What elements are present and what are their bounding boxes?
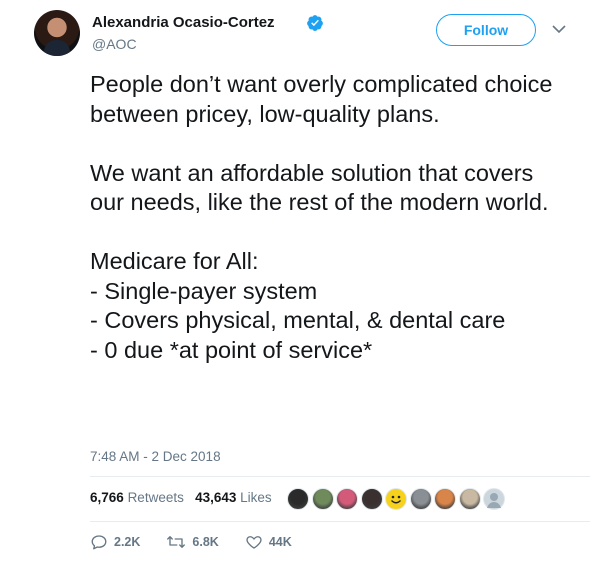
likes-stat[interactable]: 43,643 Likes — [195, 490, 272, 505]
avatar-pink-icon[interactable] — [336, 488, 358, 510]
divider — [90, 521, 590, 522]
reply-count: 2.2K — [114, 535, 141, 549]
author-avatar[interactable] — [34, 10, 80, 56]
engagement-stats: 6,766 Retweets 43,643 Likes — [90, 490, 272, 512]
reply-button[interactable]: 2.2K — [90, 533, 140, 551]
retweet-icon — [167, 536, 186, 548]
avatar-beige-icon[interactable] — [458, 488, 481, 510]
retweets-stat[interactable]: 6,766 Retweets — [90, 490, 184, 505]
retweets-count: 6,766 — [90, 490, 124, 505]
avatar-landscape-icon[interactable] — [311, 488, 334, 510]
like-button[interactable]: 44K — [245, 533, 292, 551]
author-name[interactable]: Alexandria Ocasio-Cortez — [92, 14, 275, 31]
like-count: 44K — [268, 535, 292, 549]
tweet-header: Alexandria Ocasio-Cortez @AOC Follow — [34, 10, 584, 60]
author-handle[interactable]: @AOC — [92, 36, 137, 52]
smiley-icon[interactable] — [385, 488, 407, 510]
avatar-dark-hair-icon[interactable] — [360, 488, 383, 510]
retweet-button[interactable]: 6.8K — [166, 533, 219, 551]
retweets-label: Retweets — [127, 490, 184, 505]
tweet-timestamp[interactable]: 7:48 AM - 2 Dec 2018 — [90, 449, 221, 464]
avatar-dark-icon[interactable] — [287, 488, 309, 510]
likes-count: 43,643 — [195, 490, 237, 505]
follow-button[interactable]: Follow — [436, 14, 536, 46]
tweet-actions: 2.2K 6.8K 44K — [90, 533, 318, 551]
liker-avatars — [287, 488, 508, 510]
reply-icon — [91, 535, 107, 550]
tweet-text: People don’t want overly complicated cho… — [90, 71, 553, 363]
chevron-down-icon[interactable] — [552, 24, 566, 34]
verified-badge-icon — [307, 15, 323, 31]
avatar-gray-icon[interactable] — [409, 488, 432, 510]
divider — [90, 476, 590, 477]
retweet-count: 6.8K — [192, 535, 219, 549]
likes-label: Likes — [240, 490, 272, 505]
avatar-orange-icon[interactable] — [434, 488, 456, 510]
heart-icon — [246, 536, 262, 549]
default-avatar-icon[interactable] — [483, 488, 505, 510]
